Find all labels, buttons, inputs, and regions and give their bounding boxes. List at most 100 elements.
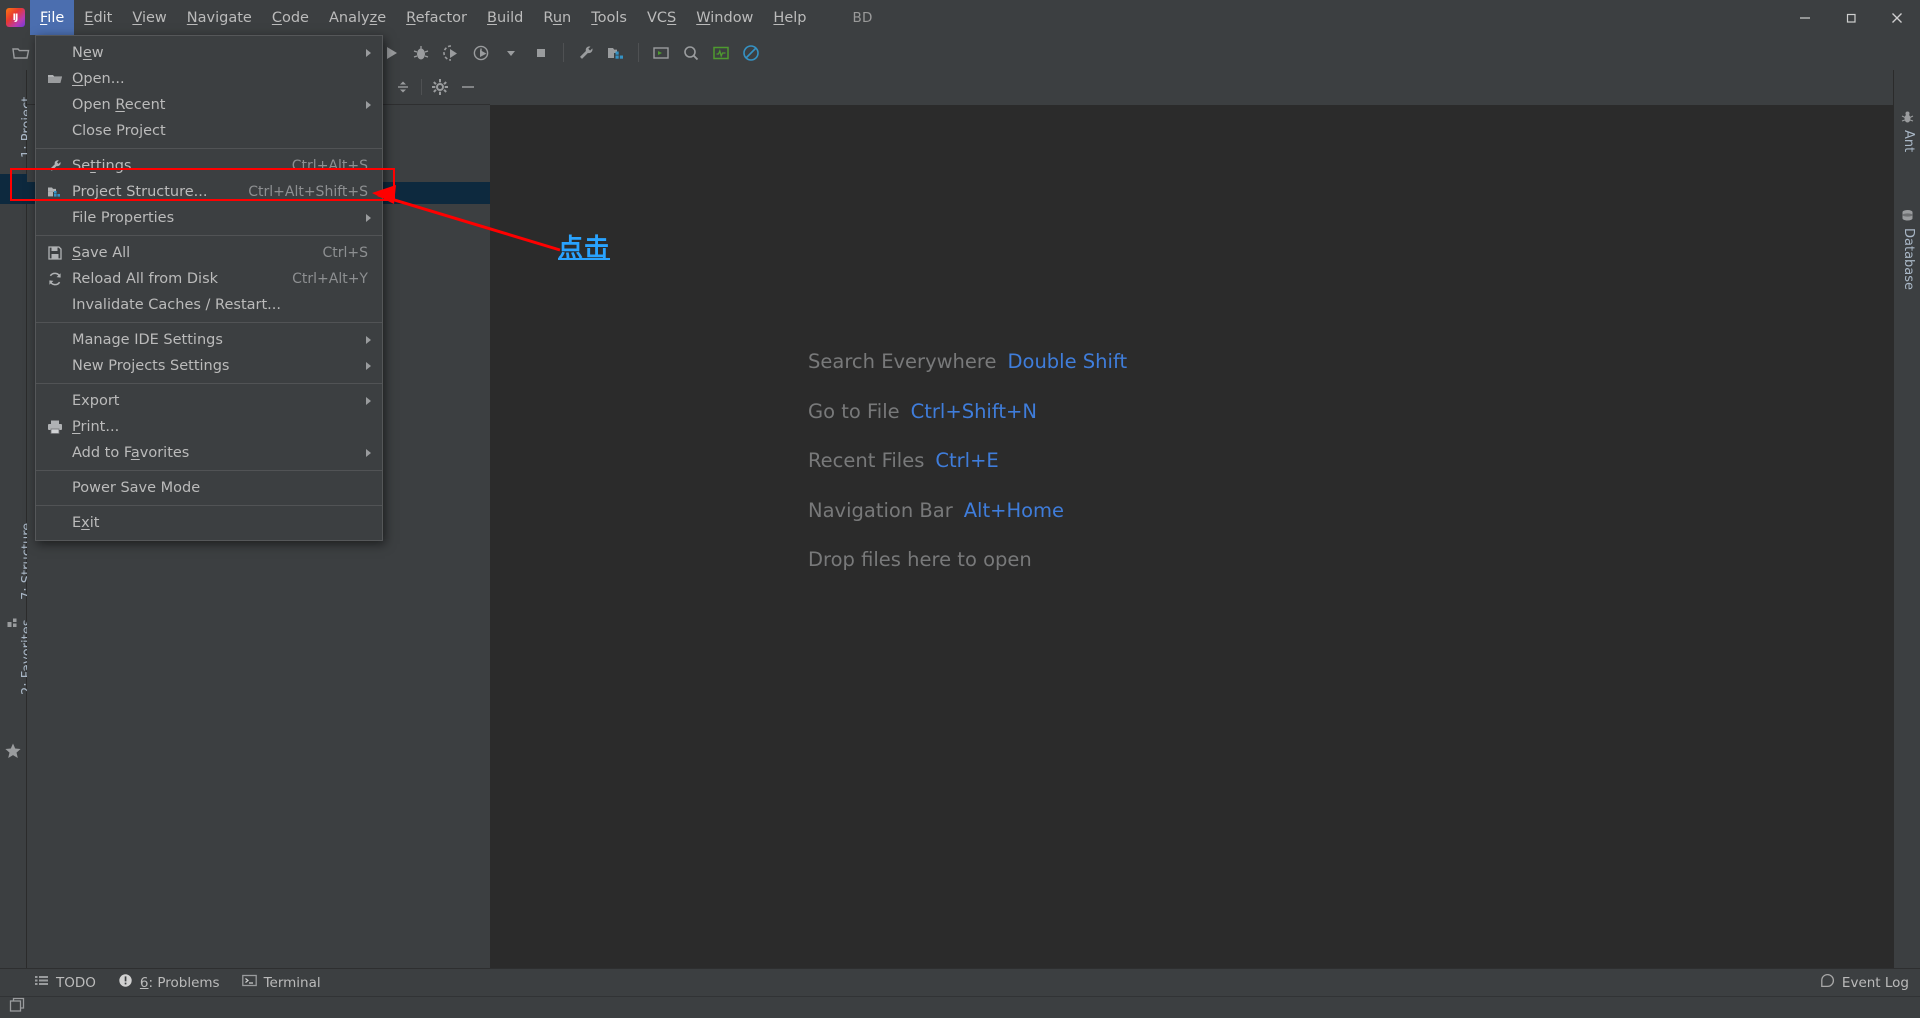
status-item-label: TODO bbox=[56, 974, 96, 991]
menu-item-file-properties[interactable]: File Properties bbox=[36, 205, 382, 231]
project-panel-separator bbox=[421, 79, 422, 95]
status-item-todo[interactable]: TODO bbox=[23, 969, 107, 997]
collapse-all-icon[interactable] bbox=[389, 73, 417, 101]
menu-item-label: Exit bbox=[72, 515, 100, 531]
menu-view[interactable]: View bbox=[122, 0, 176, 35]
menu-item-label: Settings... bbox=[72, 158, 146, 174]
toolbar-separator bbox=[638, 43, 639, 62]
intellij-idea-logo-icon bbox=[0, 0, 30, 35]
profile-icon[interactable] bbox=[466, 38, 496, 68]
no-entry-icon[interactable] bbox=[736, 38, 766, 68]
ant-icon bbox=[1900, 110, 1915, 125]
menu-separator bbox=[36, 470, 382, 471]
windows-stack-icon[interactable] bbox=[9, 997, 26, 1018]
right-tool-rail[interactable]: Ant Database bbox=[1893, 70, 1920, 980]
gear-icon[interactable] bbox=[426, 73, 454, 101]
event-log-icon bbox=[1820, 973, 1835, 992]
submenu-arrow-icon bbox=[366, 362, 371, 370]
star-icon bbox=[4, 742, 22, 760]
settings-wrench-icon[interactable] bbox=[571, 38, 601, 68]
chevron-down-icon[interactable] bbox=[496, 38, 526, 68]
submenu-arrow-icon bbox=[366, 449, 371, 457]
annotation-callout-text: 点击 bbox=[558, 233, 611, 262]
menu-analyze[interactable]: Analyze bbox=[319, 0, 396, 35]
search-icon[interactable] bbox=[676, 38, 706, 68]
menu-item-open-recent[interactable]: Open Recent bbox=[36, 92, 382, 118]
menu-code[interactable]: Code bbox=[262, 0, 319, 35]
menu-item-label: Close Project bbox=[72, 123, 166, 139]
minimize-icon[interactable] bbox=[1782, 0, 1828, 35]
status-item-problems[interactable]: 6: Problems bbox=[107, 969, 231, 997]
menu-item-export[interactable]: Export bbox=[36, 388, 382, 414]
menu-item-manage-ide-settings[interactable]: Manage IDE Settings bbox=[36, 327, 382, 353]
menu-item-add-to-favorites[interactable]: Add to Favorites bbox=[36, 440, 382, 466]
status-item-label: Terminal bbox=[263, 974, 321, 991]
status-bar[interactable]: TODO 6: Problems Terminal Event Log bbox=[0, 968, 1920, 996]
terminal-icon bbox=[241, 973, 257, 992]
menu-edit[interactable]: Edit bbox=[74, 0, 122, 35]
menu-item-project-structure[interactable]: Project Structure... Ctrl+Alt+Shift+S bbox=[36, 179, 382, 205]
close-icon[interactable] bbox=[1874, 0, 1920, 35]
editor-area[interactable]: Search Everywhere Double Shift Go to Fil… bbox=[490, 105, 1893, 980]
menu-item-shortcut: Ctrl+S bbox=[322, 245, 368, 261]
terminal-icon[interactable] bbox=[646, 38, 676, 68]
submenu-arrow-icon bbox=[366, 101, 371, 109]
menu-item-settings[interactable]: Settings... Ctrl+Alt+S bbox=[36, 153, 382, 179]
problems-icon bbox=[118, 973, 133, 992]
sidebar-item-database[interactable]: Database bbox=[1901, 228, 1916, 290]
database-tab-label: Database bbox=[1901, 228, 1916, 291]
submenu-arrow-icon bbox=[366, 336, 371, 344]
menu-run[interactable]: Run bbox=[533, 0, 581, 35]
menu-item-new-projects-settings[interactable]: New Projects Settings bbox=[36, 353, 382, 379]
menu-tools[interactable]: Tools bbox=[581, 0, 637, 35]
welcome-row: Navigation Bar Alt+Home bbox=[808, 499, 1127, 522]
menu-navigate[interactable]: Navigate bbox=[177, 0, 262, 35]
welcome-action-label: Search Everywhere bbox=[808, 350, 997, 373]
hide-panel-icon[interactable] bbox=[454, 73, 482, 101]
open-folder-icon[interactable] bbox=[6, 38, 36, 68]
menu-item-power-save-mode[interactable]: Power Save Mode bbox=[36, 475, 382, 501]
menu-build[interactable]: Build bbox=[477, 0, 533, 35]
welcome-row: Search Everywhere Double Shift bbox=[808, 350, 1127, 373]
menu-vcs[interactable]: VCS bbox=[637, 0, 686, 35]
menu-item-invalidate-caches[interactable]: Invalidate Caches / Restart... bbox=[36, 292, 382, 318]
menu-bar[interactable]: File Edit View Navigate Code Analyze Ref… bbox=[30, 0, 816, 35]
menu-separator bbox=[36, 148, 382, 149]
menu-item-shortcut: Ctrl+Alt+Y bbox=[292, 271, 368, 287]
menu-item-label: Manage IDE Settings bbox=[72, 332, 223, 348]
maximize-icon[interactable] bbox=[1828, 0, 1874, 35]
debug-icon[interactable] bbox=[406, 38, 436, 68]
left-tool-rail[interactable]: 1: Project 7: Structure 2: Favorites bbox=[0, 70, 35, 980]
monitor-icon[interactable] bbox=[706, 38, 736, 68]
stop-icon[interactable] bbox=[526, 38, 556, 68]
file-menu-popup[interactable]: New Open... Open Recent Close Project Se… bbox=[35, 35, 383, 541]
welcome-action-label: Recent Files bbox=[808, 449, 925, 472]
menu-separator bbox=[36, 235, 382, 236]
sidebar-item-ant[interactable]: Ant bbox=[1901, 130, 1916, 152]
menu-help[interactable]: Help bbox=[763, 0, 816, 35]
menu-refactor[interactable]: Refactor bbox=[396, 0, 477, 35]
menu-item-new[interactable]: New bbox=[36, 40, 382, 66]
status-item-terminal[interactable]: Terminal bbox=[231, 969, 332, 997]
intellij-idea-window: File Edit View Navigate Code Analyze Ref… bbox=[0, 0, 1920, 1018]
status-item-label: 6: Problems bbox=[139, 974, 220, 991]
structure-icon bbox=[6, 615, 21, 630]
welcome-action-label: Navigation Bar bbox=[808, 498, 953, 522]
todo-list-icon bbox=[34, 973, 49, 992]
menu-separator bbox=[36, 322, 382, 323]
menu-file[interactable]: File bbox=[30, 0, 75, 35]
menu-item-reload-all-from-disk[interactable]: Reload All from Disk Ctrl+Alt+Y bbox=[36, 266, 382, 292]
menu-item-exit[interactable]: Exit bbox=[36, 510, 382, 536]
welcome-row: Drop files here to open bbox=[808, 548, 1127, 571]
menu-window[interactable]: Window bbox=[686, 0, 763, 35]
menu-item-label: File Properties bbox=[72, 210, 175, 226]
menu-item-label: Print... bbox=[72, 419, 120, 435]
menu-item-close-project[interactable]: Close Project bbox=[36, 118, 382, 144]
menu-item-print[interactable]: Print... bbox=[36, 414, 382, 440]
window-controls[interactable] bbox=[1782, 0, 1920, 35]
run-with-coverage-icon[interactable] bbox=[436, 38, 466, 68]
project-structure-icon[interactable] bbox=[601, 38, 631, 68]
menu-item-open[interactable]: Open... bbox=[36, 66, 382, 92]
menu-item-save-all[interactable]: Save All Ctrl+S bbox=[36, 240, 382, 266]
status-item-event-log[interactable]: Event Log bbox=[1820, 973, 1909, 992]
